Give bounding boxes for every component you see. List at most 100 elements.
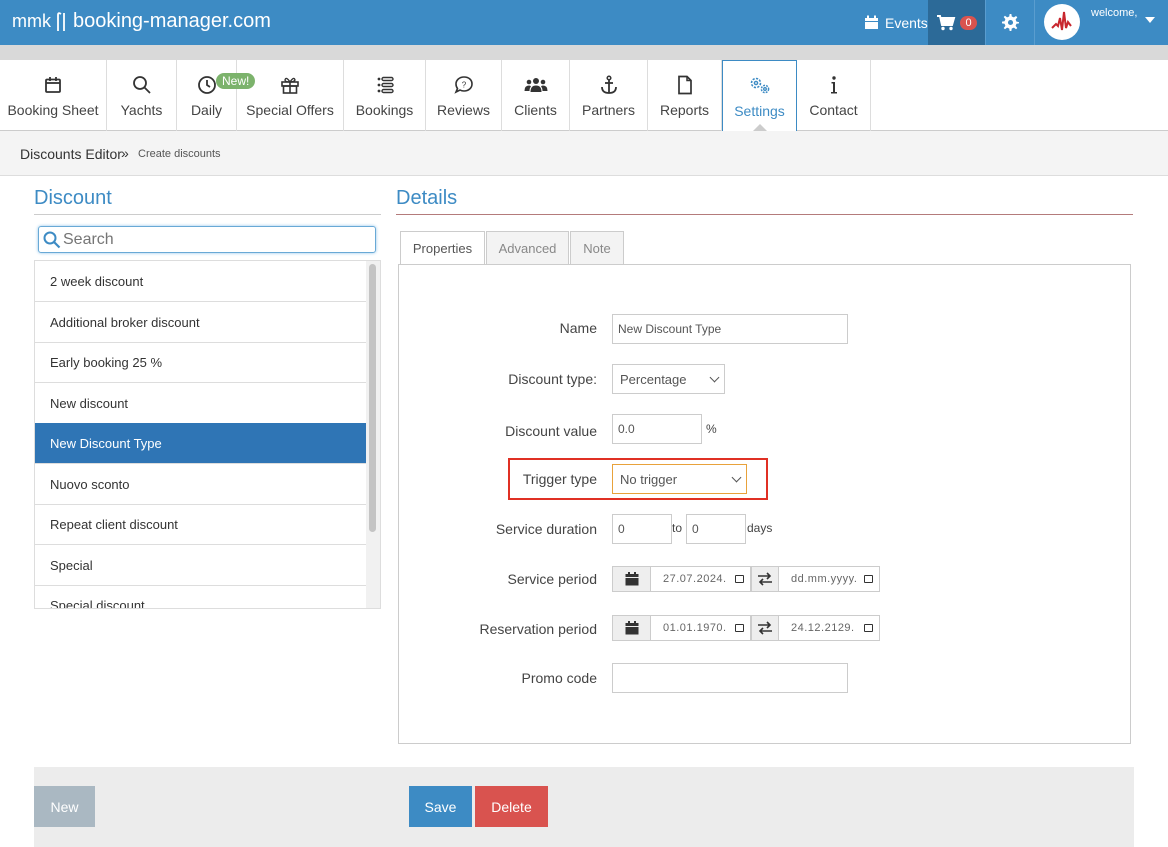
main-nav: Booking Sheet Yachts Daily Special Offer… — [0, 60, 1168, 132]
swap-arrows-icon — [758, 621, 772, 635]
list-item[interactable]: Special — [35, 545, 366, 586]
reservation-period-swap-button[interactable] — [751, 615, 779, 641]
reservation-period-calendar-button[interactable] — [612, 615, 651, 641]
nav-label: Partners — [582, 102, 635, 118]
avatar-logo-icon — [1051, 11, 1072, 31]
chevron-down-icon — [731, 472, 742, 482]
info-icon — [830, 76, 837, 94]
nav-clients[interactable]: Clients — [502, 60, 570, 131]
days-unit: days — [747, 521, 773, 535]
nav-reports[interactable]: Reports — [648, 60, 722, 131]
welcome-text: welcome, — [1091, 7, 1138, 19]
list-item-selected[interactable]: New Discount Type — [35, 423, 366, 464]
discount-value-input[interactable]: 0.0 — [612, 414, 702, 444]
calendar-icon — [625, 572, 638, 586]
service-period-to-input[interactable]: dd.mm.yyyy. — [778, 566, 880, 592]
nav-settings[interactable]: Settings — [722, 60, 797, 132]
cart-button[interactable]: 0 — [928, 0, 985, 45]
list-item[interactable]: Special discount — [35, 585, 366, 608]
nav-daily[interactable]: Daily — [177, 60, 237, 131]
details-title-underline — [396, 214, 1133, 215]
users-icon — [524, 78, 547, 92]
header-divider — [0, 45, 1168, 60]
trigger-type-select[interactable]: No trigger — [612, 464, 747, 494]
nav-contact[interactable]: Contact — [797, 60, 871, 131]
discount-type-select[interactable]: Percentage — [612, 364, 725, 394]
logo[interactable]: mmk booking-manager.com — [12, 10, 271, 33]
nav-label: Booking Sheet — [7, 102, 99, 118]
nav-partners[interactable]: Partners — [570, 60, 648, 131]
save-button[interactable]: Save — [409, 786, 472, 827]
nav-bookings[interactable]: Bookings — [344, 60, 426, 131]
service-period-calendar-button[interactable] — [612, 566, 651, 592]
user-menu-caret-icon[interactable] — [1145, 17, 1155, 23]
tab-properties[interactable]: Properties — [400, 231, 485, 265]
chat-icon: ? — [453, 76, 473, 94]
list-item[interactable]: 2 week discount — [35, 261, 366, 302]
nav-yachts[interactable]: Yachts — [107, 60, 177, 131]
clock-icon — [197, 76, 216, 94]
list-scrollbar-thumb[interactable] — [369, 264, 376, 532]
nav-booking-sheet[interactable]: Booking Sheet — [0, 60, 107, 131]
tab-advanced[interactable]: Advanced — [486, 231, 569, 265]
service-period-label: Service period — [507, 571, 598, 587]
avatar[interactable] — [1044, 4, 1080, 40]
service-period-swap-button[interactable] — [751, 566, 779, 592]
service-period-from-input[interactable]: 27.07.2024. — [650, 566, 751, 592]
nav-reviews[interactable]: ? Reviews — [426, 60, 502, 131]
breadcrumb-separator-icon: » — [121, 145, 129, 161]
promo-code-input[interactable] — [612, 663, 848, 693]
nav-label: Contact — [809, 102, 858, 118]
delete-button[interactable]: Delete — [475, 786, 548, 827]
date-picker-icon[interactable] — [735, 624, 744, 632]
date-picker-icon[interactable] — [864, 575, 873, 583]
reservation-period-to-input[interactable]: 24.12.2129. — [778, 615, 880, 641]
service-duration-to-input[interactable]: 0 — [686, 514, 746, 544]
date-picker-icon[interactable] — [735, 575, 744, 583]
promo-code-label: Promo code — [521, 670, 597, 686]
service-duration-label: Service duration — [495, 521, 597, 537]
service-period-to-value: dd.mm.yyyy. — [791, 573, 858, 585]
discount-title-underline — [34, 214, 381, 215]
search-input[interactable] — [63, 230, 363, 249]
service-duration-from-input[interactable]: 0 — [612, 514, 672, 544]
chevron-down-icon — [709, 372, 720, 382]
tab-note[interactable]: Note — [570, 231, 624, 265]
search-box[interactable] — [38, 226, 376, 253]
reservation-period-to-value: 24.12.2129. — [791, 622, 855, 634]
new-badge: New! — [216, 73, 256, 89]
settings-gear-button[interactable] — [985, 0, 1035, 45]
calendar-icon — [625, 621, 638, 635]
list-item[interactable]: Early booking 25 % — [35, 342, 366, 383]
name-input[interactable]: New Discount Type — [612, 314, 848, 344]
list-scrollbar[interactable] — [366, 261, 380, 608]
breadcrumb-discounts-editor[interactable]: Discounts Editor — [20, 146, 122, 162]
nav-label: Special Offers — [246, 102, 334, 118]
swap-arrows-icon — [758, 572, 772, 586]
nav-label: Settings — [734, 103, 785, 119]
list-item[interactable]: Nuovo sconto — [35, 464, 366, 505]
breadcrumb: Discounts Editor » Create discounts — [0, 131, 1168, 176]
new-button[interactable]: New — [34, 786, 95, 827]
calendar-icon — [865, 15, 878, 29]
list-icon — [377, 76, 394, 94]
logo-prefix: mmk — [12, 11, 51, 31]
nav-label: Reviews — [437, 102, 490, 118]
list-item[interactable]: Repeat client discount — [35, 504, 366, 545]
events-label: Events — [885, 14, 928, 31]
search-icon — [132, 76, 151, 94]
nav-label: Clients — [514, 102, 557, 118]
list-item[interactable]: Additional broker discount — [35, 302, 366, 343]
to-label: to — [672, 521, 683, 535]
date-picker-icon[interactable] — [864, 624, 873, 632]
events-button[interactable]: Events — [856, 0, 936, 45]
breadcrumb-create-discounts: Create discounts — [138, 148, 221, 160]
discount-value-label: Discount value — [505, 423, 597, 439]
calendar-icon — [45, 77, 61, 93]
discount-type-label: Discount type: — [508, 371, 597, 387]
reservation-period-from-input[interactable]: 01.01.1970. — [650, 615, 751, 641]
list-item[interactable]: New discount — [35, 383, 366, 424]
nav-special-offers[interactable]: Special Offers — [237, 60, 344, 131]
gear-icon — [1001, 14, 1019, 31]
service-period-from-value: 27.07.2024. — [663, 573, 727, 585]
